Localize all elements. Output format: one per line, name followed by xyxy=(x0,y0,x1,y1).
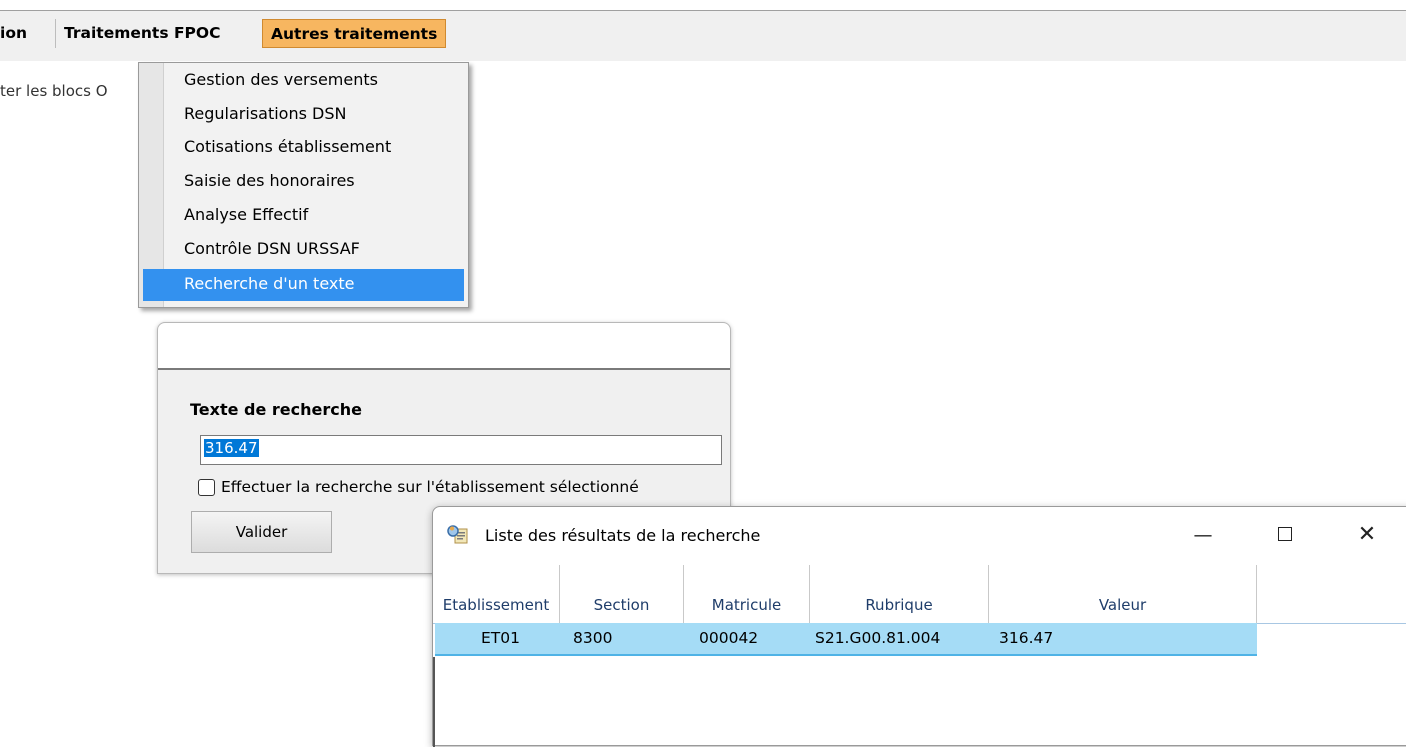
menu-option-cotisations-etablissement[interactable]: Cotisations établissement xyxy=(143,132,464,164)
table-row[interactable]: ET01 8300 000042 S21.G00.81.004 316.47 xyxy=(435,623,1257,656)
valider-button[interactable]: Valider xyxy=(191,511,332,553)
results-grid-header: Etablissement Section Matricule Rubrique… xyxy=(433,565,1406,624)
search-input-value: 316.47 xyxy=(204,439,259,457)
column-header-valeur[interactable]: Valeur xyxy=(989,565,1257,623)
results-titlebar[interactable]: Liste des résultats de la recherche — ✕ xyxy=(433,507,1406,565)
column-header-rubrique[interactable]: Rubrique xyxy=(810,565,989,623)
menu-option-recherche-texte[interactable]: Recherche d'un texte xyxy=(143,269,464,301)
search-results-icon xyxy=(447,525,468,544)
background-label: ter les blocs O xyxy=(0,82,108,100)
cell-section: 8300 xyxy=(573,629,613,647)
maximize-button[interactable] xyxy=(1273,521,1297,549)
close-button[interactable]: ✕ xyxy=(1355,521,1379,549)
search-label: Texte de recherche xyxy=(190,400,362,419)
minimize-button[interactable]: — xyxy=(1191,521,1215,549)
search-input[interactable]: 316.47 xyxy=(200,435,722,465)
menu-option-gestion-versements[interactable]: Gestion des versements xyxy=(143,65,464,97)
column-header-matricule[interactable]: Matricule xyxy=(684,565,810,623)
column-header-section[interactable]: Section xyxy=(560,565,684,623)
etablissement-checkbox-label[interactable]: Effectuer la recherche sur l'établisseme… xyxy=(221,478,639,496)
left-border xyxy=(433,657,435,747)
cell-etablissement: ET01 xyxy=(481,629,520,647)
menu-item-autres-traitements[interactable]: Autres traitements xyxy=(262,19,447,48)
menu-item-traitements-fpoc[interactable]: Traitements FPOC xyxy=(55,19,228,48)
etablissement-checkbox[interactable] xyxy=(198,478,215,496)
etablissement-checkbox-row[interactable]: Effectuer la recherche sur l'établisseme… xyxy=(198,478,639,496)
results-window: Liste des résultats de la recherche — ✕ … xyxy=(432,506,1406,747)
results-title: Liste des résultats de la recherche xyxy=(485,526,761,545)
cell-valeur: 316.47 xyxy=(999,629,1054,647)
menu-option-saisie-honoraires[interactable]: Saisie des honoraires xyxy=(143,166,464,198)
cell-matricule: 000042 xyxy=(699,629,759,647)
column-header-etablissement[interactable]: Etablissement xyxy=(433,565,560,623)
menu-option-controle-dsn-urssaf[interactable]: Contrôle DSN URSSAF xyxy=(143,234,464,266)
menu-bar: ion Traitements FPOC Autres traitements xyxy=(0,10,1406,61)
menu-item-administration[interactable]: ion xyxy=(0,19,35,48)
maximize-icon xyxy=(1278,527,1292,541)
cell-rubrique: S21.G00.81.004 xyxy=(815,629,941,647)
menu-option-regularisations-dsn[interactable]: Regularisations DSN xyxy=(143,99,464,131)
menu-option-analyse-effectif[interactable]: Analyse Effectif xyxy=(143,200,464,232)
autres-traitements-dropdown: Gestion des versements Regularisations D… xyxy=(138,62,469,308)
